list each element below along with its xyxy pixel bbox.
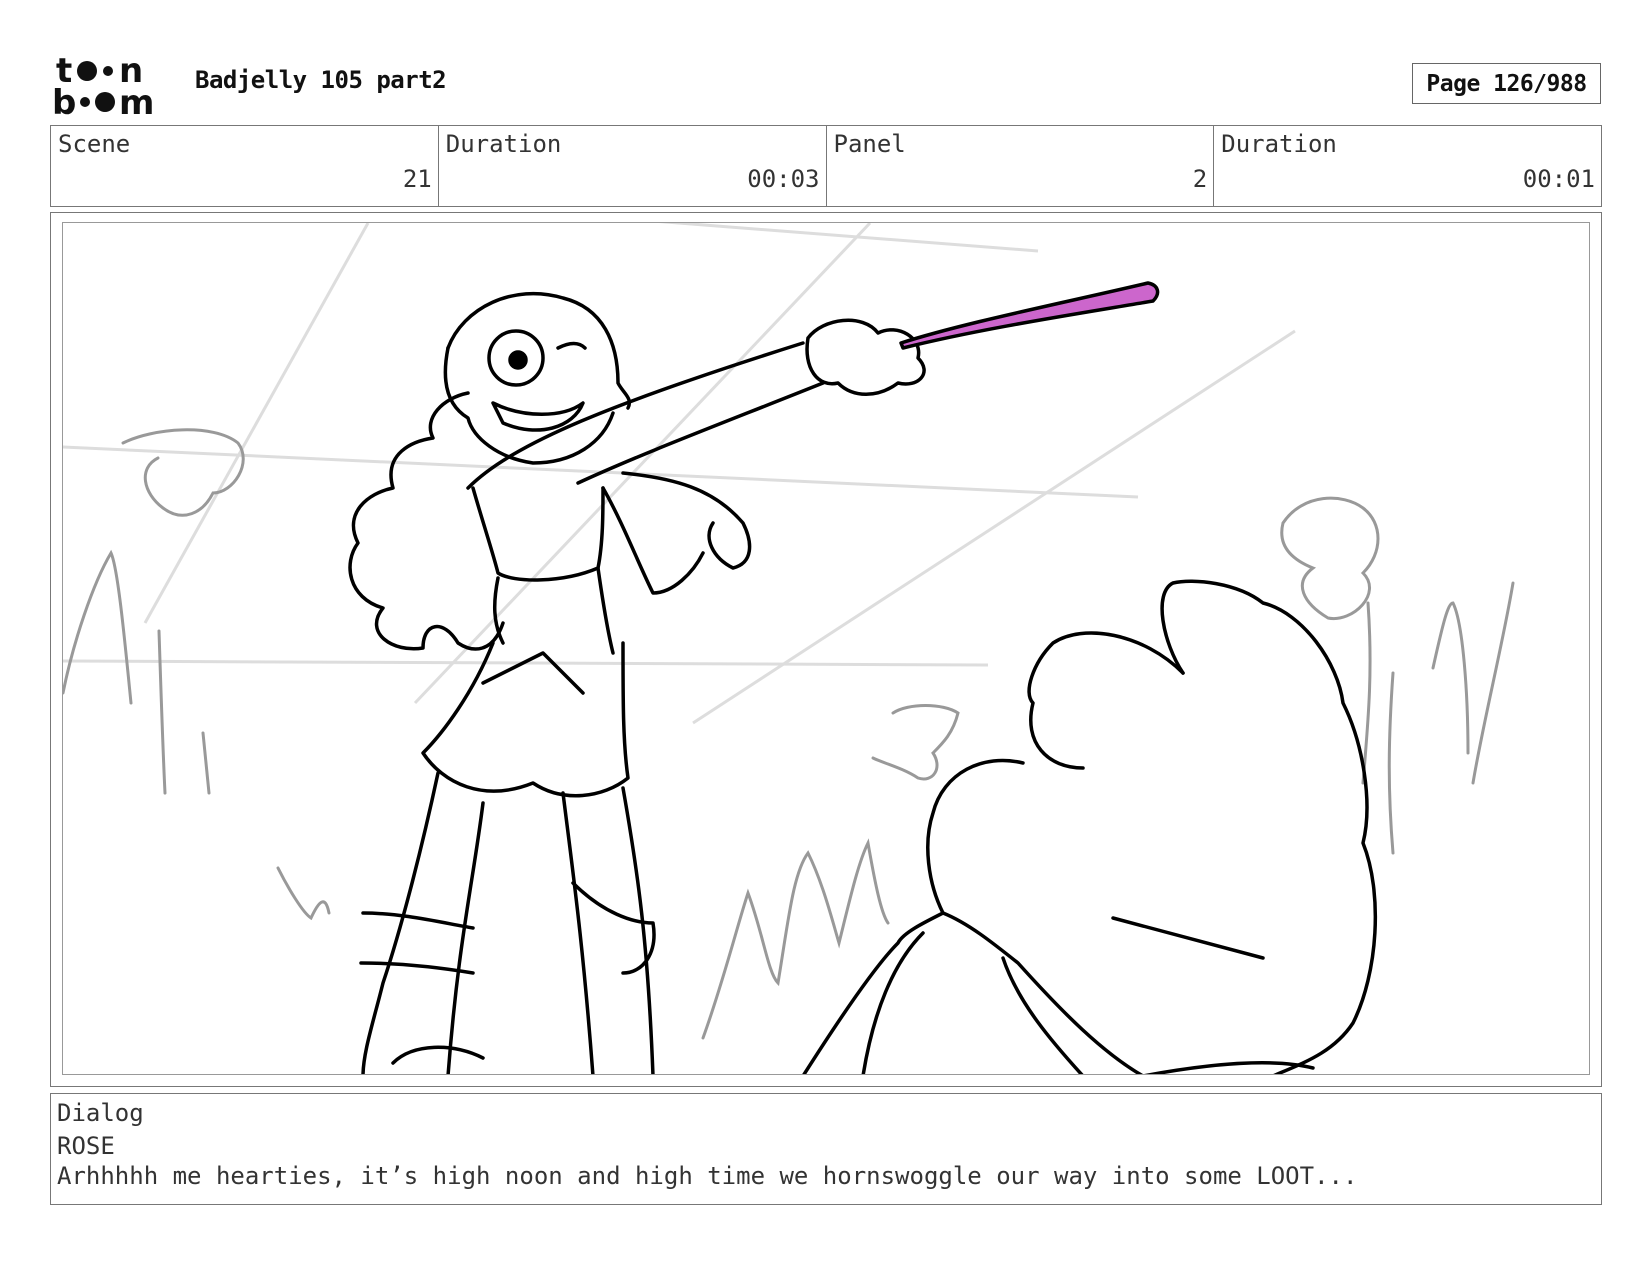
- scene-number: 21: [402, 165, 432, 193]
- panel-cell: Panel 2: [827, 126, 1215, 206]
- foreground-character: [802, 579, 1378, 1074]
- scene-label: Scene: [58, 130, 131, 158]
- storyboard-sketch: [63, 223, 1515, 1074]
- scene-duration-value: 00:03: [747, 165, 820, 193]
- panel-duration-value: 00:01: [1522, 165, 1595, 193]
- svg-text:m: m: [119, 83, 154, 116]
- panel-number: 2: [1192, 165, 1208, 193]
- rose-character: [348, 291, 926, 1074]
- scene-info-table: Scene 21 Duration 00:03 Panel 2 Duration…: [50, 125, 1602, 207]
- dialog-speaker: ROSE: [57, 1132, 115, 1160]
- svg-text:b: b: [52, 83, 76, 116]
- scene-duration-cell: Duration 00:03: [439, 126, 827, 206]
- scene-cell: Scene 21: [51, 126, 439, 206]
- storyboard-panel-frame: [50, 212, 1602, 1087]
- toon-boom-logo: t n b m: [52, 51, 172, 123]
- dialog-label: Dialog: [57, 1099, 144, 1127]
- toon-boom-logo-mark: t n b m: [52, 51, 154, 123]
- panel-duration-cell: Duration 00:01: [1214, 126, 1601, 206]
- panel-label: Panel: [833, 130, 906, 158]
- scene-duration-label: Duration: [445, 130, 562, 158]
- project-title: Badjelly 105 part2: [195, 66, 447, 94]
- sword-blade: [899, 281, 1160, 350]
- page-indicator: Page 126/988: [1412, 63, 1601, 104]
- background-foliage: [63, 428, 1515, 1040]
- dialog-line: Arhhhhh me hearties, it’s high noon and …: [57, 1162, 1358, 1190]
- storyboard-panel-image: [62, 222, 1590, 1075]
- panel-duration-label: Duration: [1221, 130, 1337, 158]
- dialog-box: Dialog ROSE Arhhhhh me hearties, it’s hi…: [50, 1093, 1602, 1205]
